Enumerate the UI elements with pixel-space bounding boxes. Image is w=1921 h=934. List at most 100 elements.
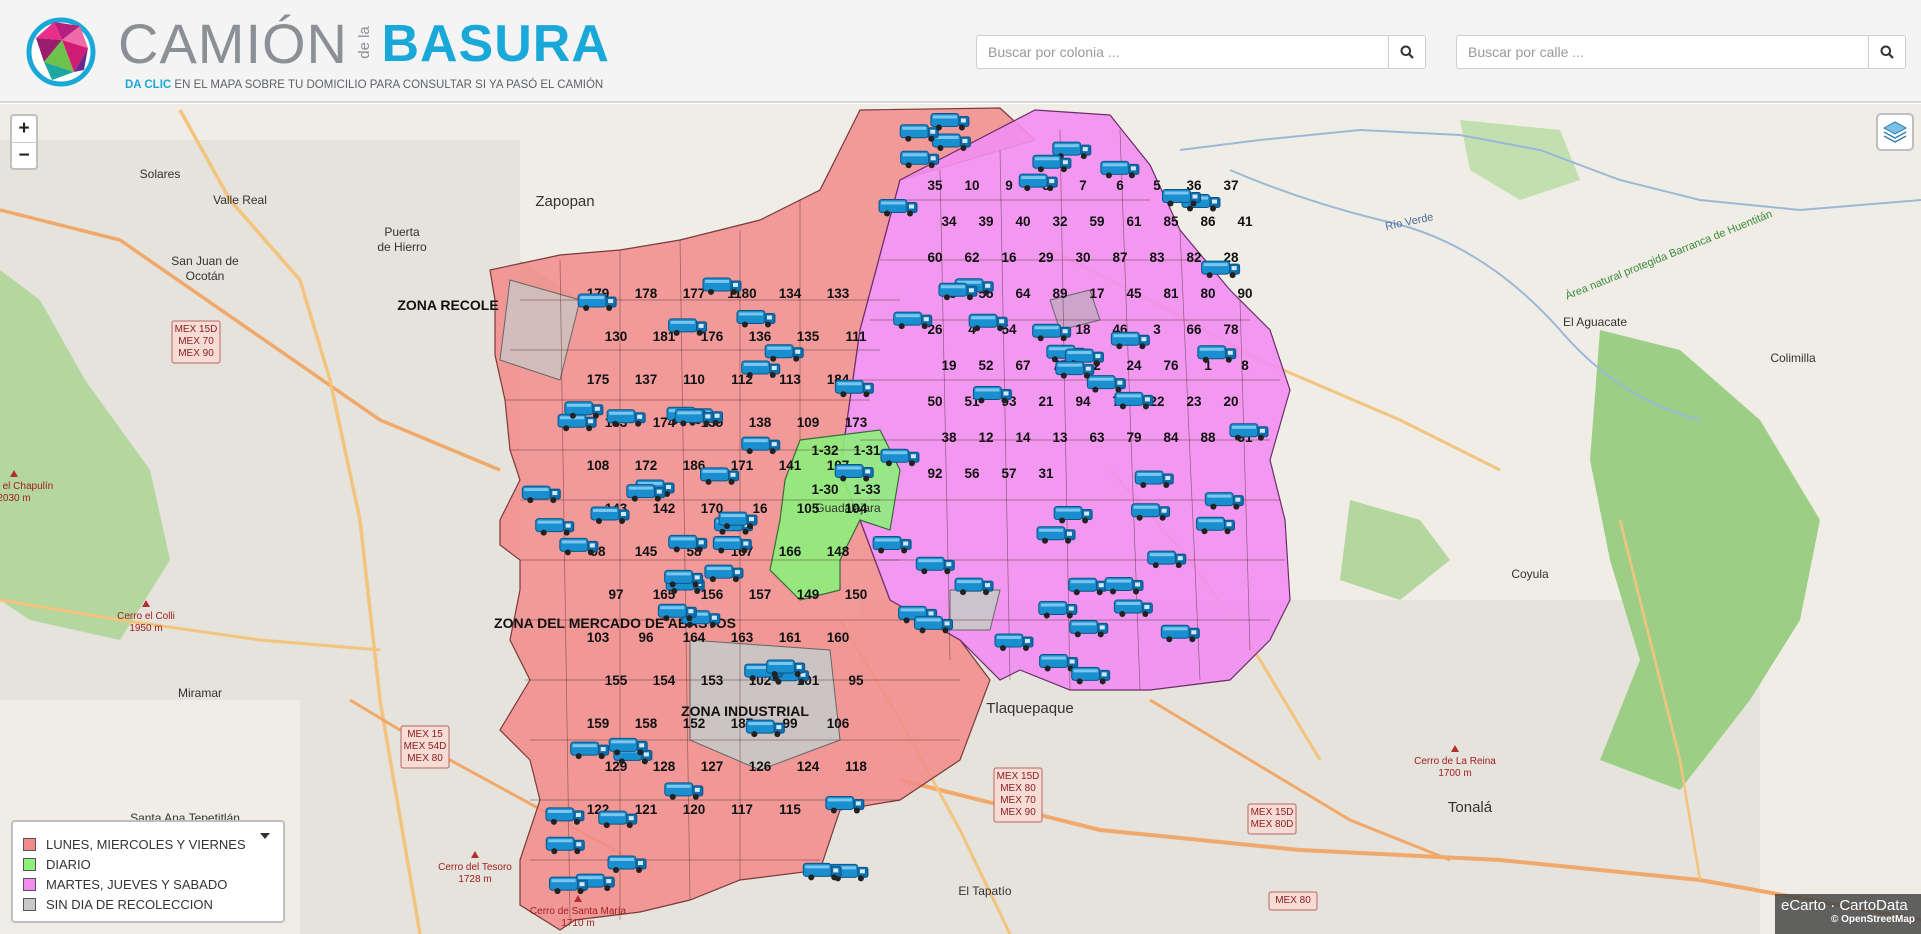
sector-label: 127 xyxy=(701,759,724,774)
sector-label: 84 xyxy=(1163,430,1179,445)
sector-label: 104 xyxy=(845,501,868,516)
sector-label: 17 xyxy=(1089,286,1104,301)
sector-label: 13 xyxy=(1052,430,1068,445)
sector-label: 14 xyxy=(1015,430,1031,445)
sector-label: 80 xyxy=(1200,286,1215,301)
sector-label: 21 xyxy=(1038,394,1054,409)
sector-label: 37 xyxy=(1223,178,1238,193)
title-word-basura: BASURA xyxy=(381,15,610,73)
sector-label: 118 xyxy=(845,759,867,774)
sector-label: 24 xyxy=(1126,358,1142,373)
legend-item-sin-recoleccion: SIN DIA DE RECOLECCION xyxy=(23,894,283,914)
sector-label: 124 xyxy=(797,759,820,774)
legend-toggle-icon[interactable] xyxy=(260,833,270,839)
place-label: Miramar xyxy=(178,686,222,700)
sector-label: 78 xyxy=(1223,322,1239,337)
highway-label: MEX 70 xyxy=(178,336,214,347)
zoom-control: + − xyxy=(10,114,38,170)
legend-swatch xyxy=(23,897,36,911)
highway-label: MEX 80 xyxy=(1000,783,1036,794)
sector-label: 6 xyxy=(1116,178,1124,193)
sector-label: 145 xyxy=(635,544,658,559)
search-colonia-button[interactable] xyxy=(1388,35,1426,69)
peak-label: 2030 m xyxy=(0,493,31,504)
place-label: San Juan de xyxy=(171,254,239,268)
attribution-line2: © OpenStreetMap xyxy=(1830,914,1915,925)
peak-label: Cerro de Santa María xyxy=(530,906,627,917)
sector-label: 105 xyxy=(797,501,820,516)
sector-label: 117 xyxy=(731,802,753,817)
highway-label: MEX 80D xyxy=(1251,819,1294,830)
place-label: Ocotán xyxy=(186,269,225,283)
sector-label: 56 xyxy=(964,466,980,481)
sector-label: 161 xyxy=(779,630,802,645)
sector-label: 8 xyxy=(1241,358,1249,373)
app-header: CAMIÓN de la BASURA DA CLIC EN EL MAPA S… xyxy=(0,0,1921,103)
sector-label: 149 xyxy=(797,587,820,602)
title-word-camion: CAMIÓN xyxy=(118,12,348,75)
sector-label: 95 xyxy=(848,673,864,688)
sector-label: 88 xyxy=(1200,430,1216,445)
search-icon xyxy=(1400,45,1414,59)
sector-label: 45 xyxy=(1126,286,1142,301)
place-label: El Aguacate xyxy=(1563,315,1627,329)
place-label: Puerta xyxy=(384,225,420,239)
sector-label: 135 xyxy=(797,329,820,344)
zone-label: ZONA RECOLE xyxy=(397,297,498,313)
tagline-text: EN EL MAPA SOBRE TU DOMICILIO PARA CONSU… xyxy=(171,79,604,91)
sector-label: 1-31 xyxy=(853,443,881,458)
place-label: Colimilla xyxy=(1770,351,1816,365)
sector-label: 108 xyxy=(587,458,610,473)
sector-label: 31 xyxy=(1038,466,1054,481)
sector-label: 177 xyxy=(683,286,706,301)
legend: LUNES, MIERCOLES Y VIERNES DIARIO MARTES… xyxy=(11,820,285,923)
sector-label: 67 xyxy=(1015,358,1030,373)
search-calle-button[interactable] xyxy=(1868,35,1906,69)
collection-map[interactable]: Zapopan San Juan de Ocotán Puerta de Hierro V… xyxy=(0,104,1921,934)
search-calle xyxy=(1456,35,1906,69)
sector-label: 18 xyxy=(1075,322,1091,337)
legend-swatch xyxy=(23,837,36,851)
sector-label: 5 xyxy=(1153,178,1161,193)
sector-label: 79 xyxy=(1126,430,1141,445)
search-calle-input[interactable] xyxy=(1456,35,1868,69)
sector-label: 137 xyxy=(635,372,658,387)
peak-label: 1728 m xyxy=(458,874,491,885)
map-attribution: eCarto · CartoData © OpenStreetMap xyxy=(1775,894,1921,934)
sector-label: 30 xyxy=(1075,250,1090,265)
place-label: Coyula xyxy=(1511,567,1549,581)
sector-label: 130 xyxy=(605,329,628,344)
sector-label: 121 xyxy=(635,802,658,817)
map-canvas[interactable]: Zapopan San Juan deOcotán Puertade Hierro V… xyxy=(0,104,1921,934)
search-colonia xyxy=(976,35,1426,69)
sector-label: 61 xyxy=(1126,214,1142,229)
attribution-line1: eCarto · CartoData xyxy=(1781,897,1908,914)
sector-label: 3 xyxy=(1153,322,1161,337)
layers-icon xyxy=(1882,121,1908,143)
sector-label: 96 xyxy=(638,630,654,645)
sector-label: 90 xyxy=(1237,286,1252,301)
sector-label: 178 xyxy=(635,286,658,301)
sector-label: 97 xyxy=(608,587,623,602)
zoom-out-button[interactable]: − xyxy=(12,142,36,168)
place-label: Solares xyxy=(140,167,181,181)
sector-label: 159 xyxy=(587,716,610,731)
sector-label: 154 xyxy=(653,673,676,688)
sector-label: 29 xyxy=(1038,250,1053,265)
sector-label: 76 xyxy=(1163,358,1179,373)
title-word-dela: de la xyxy=(356,26,374,59)
place-label: Valle Real xyxy=(213,193,267,207)
sector-label: 60 xyxy=(927,250,942,265)
sector-label: 89 xyxy=(1052,286,1067,301)
peak-label: 1950 m xyxy=(129,623,162,634)
zoom-in-button[interactable]: + xyxy=(12,116,36,142)
sector-label: 87 xyxy=(1112,250,1127,265)
app-title: CAMIÓN de la BASURA xyxy=(118,14,610,74)
layers-button[interactable] xyxy=(1876,113,1914,151)
search-colonia-input[interactable] xyxy=(976,35,1388,69)
highway-label: MEX 90 xyxy=(178,348,214,359)
peak-label: Cerro del Tesoro xyxy=(438,862,512,873)
sector-label: 9 xyxy=(1005,178,1013,193)
sector-label: 157 xyxy=(749,587,772,602)
sector-label: 38 xyxy=(941,430,957,445)
